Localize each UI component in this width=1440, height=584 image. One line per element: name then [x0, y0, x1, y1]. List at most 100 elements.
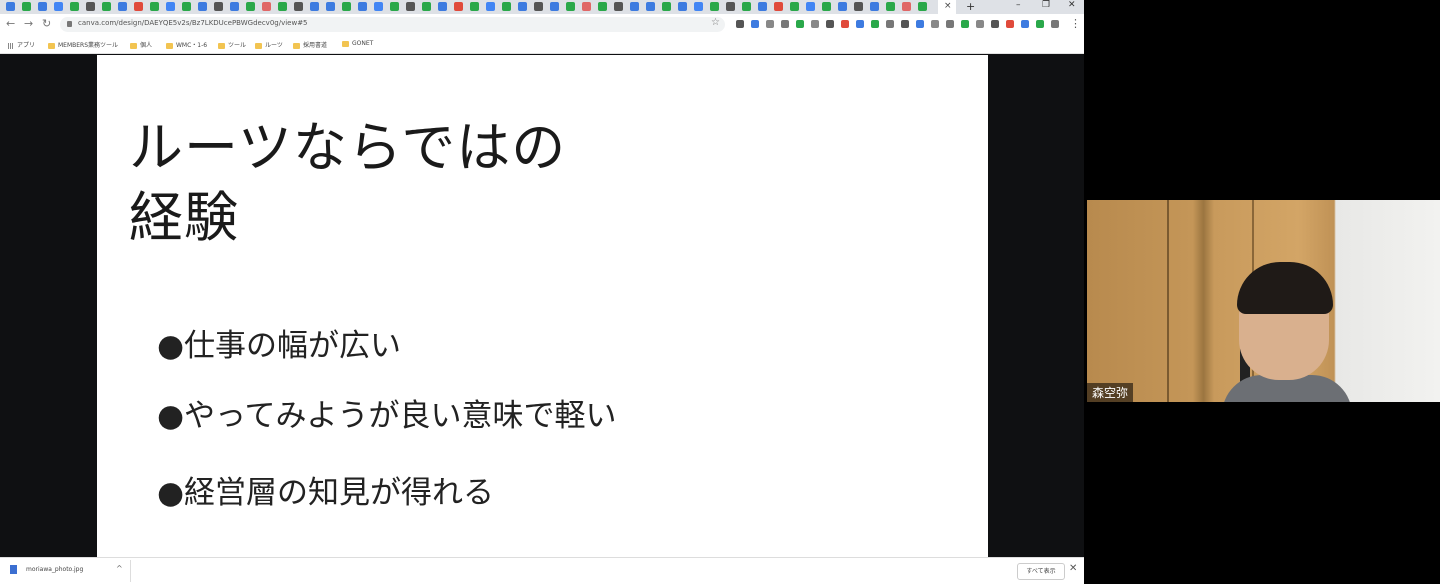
- tab-favicon-icon[interactable]: [550, 2, 559, 11]
- extension-icon[interactable]: [736, 20, 744, 28]
- address-bar[interactable]: canva.com/design/DAEYQE5v2s/Bz7LKDUcePBW…: [60, 17, 725, 32]
- show-all-button[interactable]: すべて表示: [1017, 563, 1065, 580]
- tab-favicon-icon[interactable]: [678, 2, 687, 11]
- reload-icon[interactable]: ↻: [42, 17, 51, 30]
- extension-icon[interactable]: [781, 20, 789, 28]
- tab-favicon-icon[interactable]: [822, 2, 831, 11]
- tab-favicon-icon[interactable]: [646, 2, 655, 11]
- tab-favicon-icon[interactable]: [630, 2, 639, 11]
- tab-favicon-icon[interactable]: [758, 2, 767, 11]
- extension-icon[interactable]: [1006, 20, 1014, 28]
- tab-favicon-icon[interactable]: [886, 2, 895, 11]
- extension-icon[interactable]: [856, 20, 864, 28]
- tab-favicon-icon[interactable]: [742, 2, 751, 11]
- tab-favicon-icon[interactable]: [54, 2, 63, 11]
- tab-favicon-icon[interactable]: [38, 2, 47, 11]
- bookmark-star-icon[interactable]: ☆: [711, 17, 720, 28]
- tab-favicon-icon[interactable]: [374, 2, 383, 11]
- tab-favicon-icon[interactable]: [150, 2, 159, 11]
- bookmark-apps[interactable]: アプリ: [8, 40, 35, 49]
- tab-favicon-icon[interactable]: [406, 2, 415, 11]
- tab-favicon-icon[interactable]: [854, 2, 863, 11]
- tab-favicon-icon[interactable]: [870, 2, 879, 11]
- tab-favicon-icon[interactable]: [390, 2, 399, 11]
- close-tab-icon[interactable]: ×: [944, 1, 952, 11]
- tab-favicon-icon[interactable]: [70, 2, 79, 11]
- tab-favicon-icon[interactable]: [102, 2, 111, 11]
- bookmark-folder[interactable]: ツール: [218, 40, 246, 49]
- tab-favicon-icon[interactable]: [454, 2, 463, 11]
- close-icon[interactable]: ✕: [1069, 563, 1077, 574]
- extension-icon[interactable]: [991, 20, 999, 28]
- tab-favicon-icon[interactable]: [518, 2, 527, 11]
- extension-icon[interactable]: [841, 20, 849, 28]
- participant-video-tile[interactable]: 森空弥: [1087, 200, 1440, 402]
- bookmark-folder[interactable]: GONET: [342, 40, 373, 47]
- tab-favicon-icon[interactable]: [422, 2, 431, 11]
- minimize-icon[interactable]: –: [1016, 0, 1021, 10]
- tab-favicon-icon[interactable]: [534, 2, 543, 11]
- tab-favicon-icon[interactable]: [86, 2, 95, 11]
- extension-icon[interactable]: [886, 20, 894, 28]
- tab-favicon-icon[interactable]: [486, 2, 495, 11]
- tab-favicon-icon[interactable]: [838, 2, 847, 11]
- tab-favicon-icon[interactable]: [598, 2, 607, 11]
- bookmark-folder[interactable]: 個人: [130, 40, 152, 49]
- bookmark-folder[interactable]: WMC・1-6: [166, 40, 207, 49]
- tab-favicon-icon[interactable]: [726, 2, 735, 11]
- tab-favicon-icon[interactable]: [790, 2, 799, 11]
- tab-favicon-icon[interactable]: [262, 2, 271, 11]
- tab-favicon-icon[interactable]: [310, 2, 319, 11]
- bookmark-folder[interactable]: MEMBERS業務ツール: [48, 40, 118, 49]
- tab-favicon-icon[interactable]: [214, 2, 223, 11]
- tab-favicon-icon[interactable]: [118, 2, 127, 11]
- extension-icon[interactable]: [766, 20, 774, 28]
- tab-favicon-icon[interactable]: [278, 2, 287, 11]
- extension-icon[interactable]: [1021, 20, 1029, 28]
- extension-icon[interactable]: [931, 20, 939, 28]
- extension-icon[interactable]: [1036, 20, 1044, 28]
- tab-favicon-icon[interactable]: [134, 2, 143, 11]
- tab-favicon-icon[interactable]: [6, 2, 15, 11]
- tab-favicon-icon[interactable]: [438, 2, 447, 11]
- chevron-up-icon[interactable]: ^: [116, 564, 123, 573]
- extension-icon[interactable]: [811, 20, 819, 28]
- tab-favicon-icon[interactable]: [230, 2, 239, 11]
- extension-icon[interactable]: [1051, 20, 1059, 28]
- tab-favicon-icon[interactable]: [182, 2, 191, 11]
- tab-favicon-icon[interactable]: [358, 2, 367, 11]
- tab-favicon-icon[interactable]: [710, 2, 719, 11]
- tab-favicon-icon[interactable]: [342, 2, 351, 11]
- tab-favicon-icon[interactable]: [614, 2, 623, 11]
- back-icon[interactable]: ←: [6, 17, 15, 30]
- tab-favicon-icon[interactable]: [694, 2, 703, 11]
- tab-favicon-icon[interactable]: [806, 2, 815, 11]
- tab-favicon-icon[interactable]: [246, 2, 255, 11]
- extension-icon[interactable]: [976, 20, 984, 28]
- extension-icon[interactable]: [751, 20, 759, 28]
- tab-favicon-icon[interactable]: [662, 2, 671, 11]
- extension-icon[interactable]: [871, 20, 879, 28]
- restore-icon[interactable]: ❐: [1042, 0, 1050, 10]
- tab-favicon-icon[interactable]: [22, 2, 31, 11]
- extension-icon[interactable]: [961, 20, 969, 28]
- tab-favicon-icon[interactable]: [918, 2, 927, 11]
- tab-favicon-icon[interactable]: [566, 2, 575, 11]
- tab-favicon-icon[interactable]: [902, 2, 911, 11]
- extension-icon[interactable]: [946, 20, 954, 28]
- tab-favicon-icon[interactable]: [774, 2, 783, 11]
- tab-favicon-icon[interactable]: [582, 2, 591, 11]
- extension-icon[interactable]: [796, 20, 804, 28]
- bookmark-folder[interactable]: 採用書道: [293, 40, 327, 49]
- browser-menu-icon[interactable]: ⋮: [1070, 17, 1081, 30]
- forward-icon[interactable]: →: [24, 17, 33, 30]
- new-tab-button[interactable]: +: [966, 0, 975, 13]
- tab-favicon-icon[interactable]: [198, 2, 207, 11]
- download-item[interactable]: moriawa_photo.jpg ^: [6, 562, 130, 580]
- tab-favicon-icon[interactable]: [502, 2, 511, 11]
- tab-favicon-icon[interactable]: [470, 2, 479, 11]
- extension-icon[interactable]: [826, 20, 834, 28]
- extension-icon[interactable]: [901, 20, 909, 28]
- tab-favicon-icon[interactable]: [166, 2, 175, 11]
- extension-icon[interactable]: [916, 20, 924, 28]
